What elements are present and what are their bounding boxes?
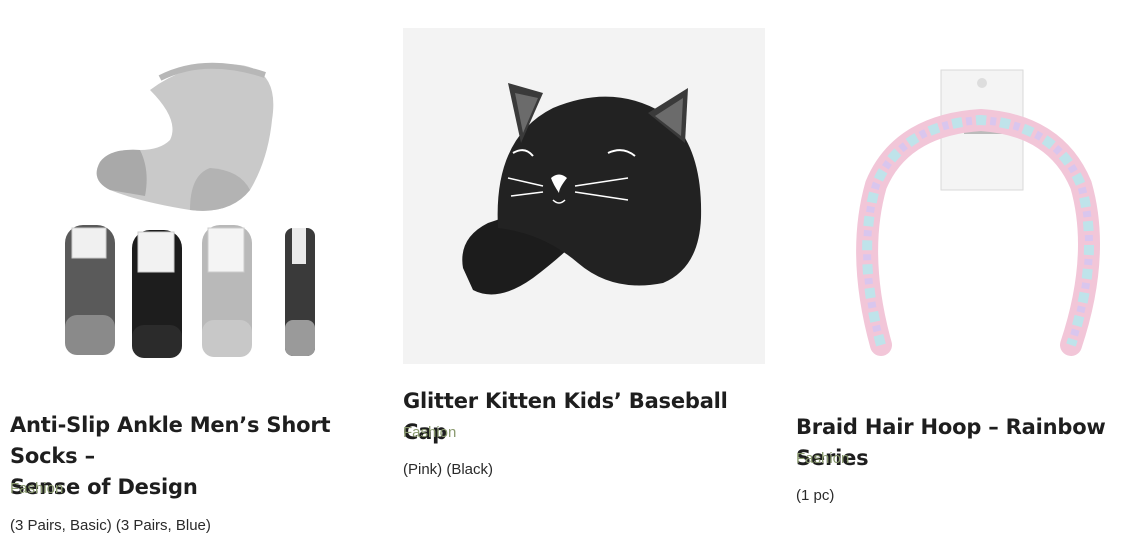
product-category[interactable]: Fashion [796, 450, 849, 467]
product-card-cap[interactable]: Glitter Kitten Kids’ Baseball Cap Fashio… [393, 0, 773, 560]
product-category[interactable]: Fashion [403, 424, 456, 441]
product-variants: (1 pc) [796, 487, 835, 504]
product-title-socks[interactable]: Anti-Slip Ankle Men’s Short Socks – Sens… [10, 410, 380, 503]
product-card-socks[interactable]: Anti-Slip Ankle Men’s Short Socks – Sens… [0, 0, 380, 560]
product-category[interactable]: Fashion [10, 480, 63, 497]
product-title-cap[interactable]: Glitter Kitten Kids’ Baseball Cap [403, 386, 773, 448]
product-card-hair-hoop[interactable]: Braid Hair Hoop – Rainbow Series Fashion… [786, 0, 1139, 560]
product-variants: (Pink) (Black) [403, 461, 494, 478]
hair-hoop-image[interactable] [846, 65, 1106, 365]
product-title-line-1: Anti-Slip Ankle Men’s Short Socks – [10, 413, 331, 468]
socks-image[interactable] [40, 50, 350, 370]
cat-cap-image[interactable] [403, 28, 765, 364]
product-variants: (3 Pairs, Basic) (3 Pairs, Blue) [10, 517, 211, 534]
